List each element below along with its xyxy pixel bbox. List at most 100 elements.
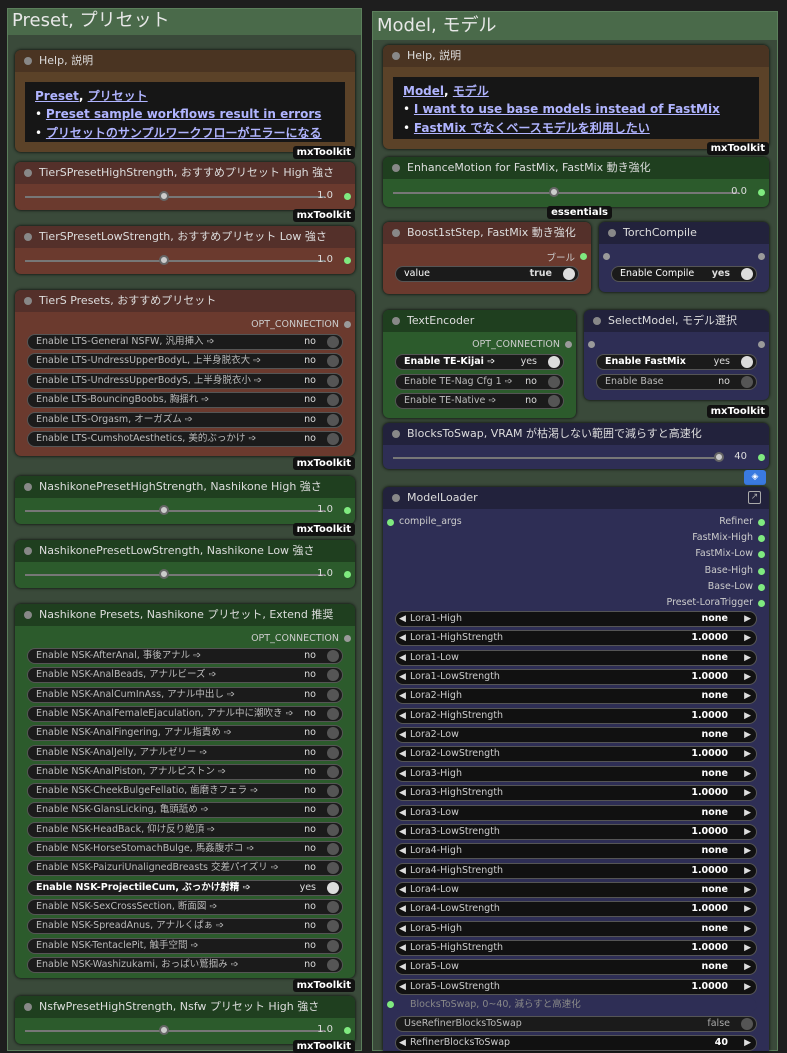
output-dot[interactable] bbox=[344, 571, 351, 578]
decrement-arrow-icon[interactable]: ◀ bbox=[399, 709, 406, 723]
lora-widget[interactable]: ◀ Lora2-Low none ▶ bbox=[395, 727, 757, 744]
slider-track[interactable] bbox=[25, 260, 325, 262]
enhance-motion-node[interactable]: EnhanceMotion for FastMix, FastMix 動き強化 … bbox=[383, 157, 769, 219]
collapse-dot-icon[interactable] bbox=[24, 1003, 32, 1011]
collapse-dot-icon[interactable] bbox=[24, 297, 32, 305]
node-title[interactable]: TorchCompile bbox=[599, 222, 769, 244]
output-dot[interactable] bbox=[758, 253, 765, 260]
help-link[interactable]: I want to use base models instead of Fas… bbox=[414, 102, 720, 116]
refiner-blocks-number[interactable]: ◀ RefinerBlocksToSwap 40 ▶ bbox=[395, 1035, 757, 1051]
decrement-arrow-icon[interactable]: ◀ bbox=[399, 651, 406, 665]
slider-track[interactable] bbox=[393, 457, 719, 459]
increment-arrow-icon[interactable]: ▶ bbox=[744, 728, 751, 742]
preset-toggle[interactable]: Enable NSK-HorseStomachBulge, 馬姦腹ボコ ➩ no bbox=[27, 841, 343, 857]
preset-toggle[interactable]: Enable NSK-PaizuriUnalignedBreasts 交差パイズ… bbox=[27, 860, 343, 877]
decrement-arrow-icon[interactable]: ◀ bbox=[399, 631, 406, 645]
output-dot[interactable] bbox=[344, 507, 351, 514]
lora-widget[interactable]: ◀ Lora1-Low none ▶ bbox=[395, 649, 757, 666]
decrement-arrow-icon[interactable]: ◀ bbox=[399, 941, 406, 955]
preset-toggle[interactable]: Enable NSK-HeadBack, 仰け反り絶頂 ➩ no bbox=[27, 821, 343, 838]
output-dot[interactable] bbox=[758, 519, 765, 526]
slider-knob[interactable] bbox=[159, 1025, 169, 1035]
lora-widget[interactable]: ◀ Lora4-Low none ▶ bbox=[395, 881, 757, 898]
use-refiner-blocks-toggle[interactable]: UseRefinerBlocksToSwap false bbox=[395, 1016, 757, 1032]
node-title[interactable]: NashikonePresetHighStrength, Nashikone H… bbox=[15, 476, 355, 498]
slider-knob[interactable] bbox=[549, 187, 559, 197]
select-model-toggle[interactable]: Enable FastMix yes bbox=[596, 354, 757, 370]
slider-track[interactable] bbox=[25, 196, 325, 198]
node-title[interactable]: Boost1stStep, FastMix 動き強化 bbox=[383, 222, 591, 244]
slider-knob[interactable] bbox=[714, 452, 724, 462]
lora-widget[interactable]: ◀ Lora3-Low none ▶ bbox=[395, 804, 757, 821]
collapse-dot-icon[interactable] bbox=[593, 317, 601, 325]
slider-knob[interactable] bbox=[159, 569, 169, 579]
slider-track[interactable] bbox=[393, 192, 739, 194]
lora-widget[interactable]: ◀ Lora2-LowStrength 1.0000 ▶ bbox=[395, 746, 757, 763]
increment-arrow-icon[interactable]: ▶ bbox=[744, 941, 751, 955]
decrement-arrow-icon[interactable]: ◀ bbox=[399, 728, 406, 742]
preset-toggle[interactable]: Enable NSK-TentaclePit, 触手空間 ➩ no bbox=[27, 937, 343, 954]
increment-arrow-icon[interactable]: ▶ bbox=[744, 922, 751, 936]
increment-arrow-icon[interactable]: ▶ bbox=[744, 864, 751, 878]
increment-arrow-icon[interactable]: ▶ bbox=[744, 960, 751, 974]
increment-arrow-icon[interactable]: ▶ bbox=[744, 1036, 751, 1050]
collapse-dot-icon[interactable] bbox=[24, 57, 32, 65]
collapse-dot-icon[interactable] bbox=[24, 169, 32, 177]
decrement-arrow-icon[interactable]: ◀ bbox=[399, 825, 406, 839]
lora-widget[interactable]: ◀ Lora4-LowStrength 1.0000 ▶ bbox=[395, 901, 757, 918]
node-title[interactable]: EnhanceMotion for FastMix, FastMix 動き強化 bbox=[383, 157, 769, 179]
lora-widget[interactable]: ◀ Lora2-HighStrength 1.0000 ▶ bbox=[395, 707, 757, 724]
decrement-arrow-icon[interactable]: ◀ bbox=[399, 767, 406, 781]
expand-icon[interactable]: ↗ bbox=[748, 491, 761, 504]
lora-widget[interactable]: ◀ Lora1-LowStrength 1.0000 ▶ bbox=[395, 669, 757, 686]
lora-widget[interactable]: ◀ Lora4-HighStrength 1.0000 ▶ bbox=[395, 862, 757, 879]
decrement-arrow-icon[interactable]: ◀ bbox=[399, 612, 406, 626]
output-dot[interactable] bbox=[758, 341, 765, 348]
help-link[interactable]: Preset sample workflows result in errors bbox=[46, 107, 321, 121]
tiers-presets-node[interactable]: TierS Presets, おすすめプリセット OPT_CONNECTION … bbox=[15, 290, 355, 470]
nashikone-high-strength-node[interactable]: NashikonePresetHighStrength, Nashikone H… bbox=[15, 476, 355, 536]
preset-toggle[interactable]: Enable LTS-UndressUpperBodyL, 上半身脱衣大 ➩ no bbox=[27, 353, 343, 370]
help-link[interactable]: FastMix でなくベースモデルを利用したい bbox=[414, 121, 650, 135]
tiers-high-strength-node[interactable]: TierSPresetHighStrength, おすすめプリセット High … bbox=[15, 162, 355, 222]
increment-arrow-icon[interactable]: ▶ bbox=[744, 902, 751, 916]
preset-toggle[interactable]: Enable NSK-Washizukami, おっぱい鷲掴み ➩ no bbox=[27, 956, 343, 973]
node-title[interactable]: Help, 説明 bbox=[15, 50, 355, 72]
collapse-dot-icon[interactable] bbox=[24, 611, 32, 619]
collapse-dot-icon[interactable] bbox=[392, 229, 400, 237]
node-title[interactable]: SelectModel, モデル選択 bbox=[584, 310, 769, 332]
collapse-dot-icon[interactable] bbox=[392, 317, 400, 325]
model-help-node[interactable]: Help, 説明 Model, モデル I want to use base m… bbox=[383, 45, 769, 155]
help-link-model-jp[interactable]: モデル bbox=[453, 84, 489, 98]
blocks-to-swap-node[interactable]: BlocksToSwap, VRAM が枯渇しない範囲で減らすと高速化 40 ◈ bbox=[383, 423, 769, 485]
lora-widget[interactable]: ◀ Lora5-Low none ▶ bbox=[395, 959, 757, 976]
node-title[interactable]: Help, 説明 bbox=[383, 45, 769, 67]
increment-arrow-icon[interactable]: ▶ bbox=[744, 612, 751, 626]
decrement-arrow-icon[interactable]: ◀ bbox=[399, 689, 406, 703]
model-group-title[interactable]: Model, モデル bbox=[373, 12, 777, 40]
output-dot[interactable] bbox=[344, 635, 351, 642]
decrement-arrow-icon[interactable]: ◀ bbox=[399, 806, 406, 820]
input-dot[interactable] bbox=[387, 519, 394, 526]
slider-knob[interactable] bbox=[159, 255, 169, 265]
blocks-to-swap-input[interactable]: BlocksToSwap, 0~40, 減らすと高速化 bbox=[395, 997, 757, 1013]
collapse-dot-icon[interactable] bbox=[392, 52, 400, 60]
output-dot[interactable] bbox=[565, 341, 572, 348]
increment-arrow-icon[interactable]: ▶ bbox=[744, 980, 751, 994]
node-title[interactable]: BlocksToSwap, VRAM が枯渇しない範囲で減らすと高速化 bbox=[383, 423, 769, 445]
text-encoder-node[interactable]: TextEncoder OPT_CONNECTION Enable TE-Kij… bbox=[383, 310, 576, 418]
input-dot[interactable] bbox=[603, 253, 610, 260]
text-encoder-toggle[interactable]: Enable TE-Nag Cfg 1 ➩ no bbox=[395, 373, 564, 390]
torch-compile-node[interactable]: TorchCompile Enable Compile yes bbox=[599, 222, 769, 292]
node-title[interactable]: TierSPresetHighStrength, おすすめプリセット High … bbox=[15, 162, 355, 184]
decrement-arrow-icon[interactable]: ◀ bbox=[399, 786, 406, 800]
boost-first-step-node[interactable]: Boost1stStep, FastMix 動き強化 ブール value tru… bbox=[383, 222, 591, 294]
share-node-icon[interactable]: ◈ bbox=[744, 470, 766, 485]
output-dot[interactable] bbox=[758, 567, 765, 575]
lora-widget[interactable]: ◀ Lora2-High none ▶ bbox=[395, 688, 757, 705]
help-link[interactable]: プリセットのサンプルワークフローがエラーになる bbox=[46, 126, 322, 140]
increment-arrow-icon[interactable]: ▶ bbox=[744, 806, 751, 820]
preset-group-title[interactable]: Preset, プリセット bbox=[8, 9, 361, 35]
preset-toggle[interactable]: Enable NSK-AnalFemaleEjaculation, アナル中に潮… bbox=[27, 705, 343, 722]
select-model-toggle[interactable]: Enable Base no bbox=[596, 373, 757, 390]
